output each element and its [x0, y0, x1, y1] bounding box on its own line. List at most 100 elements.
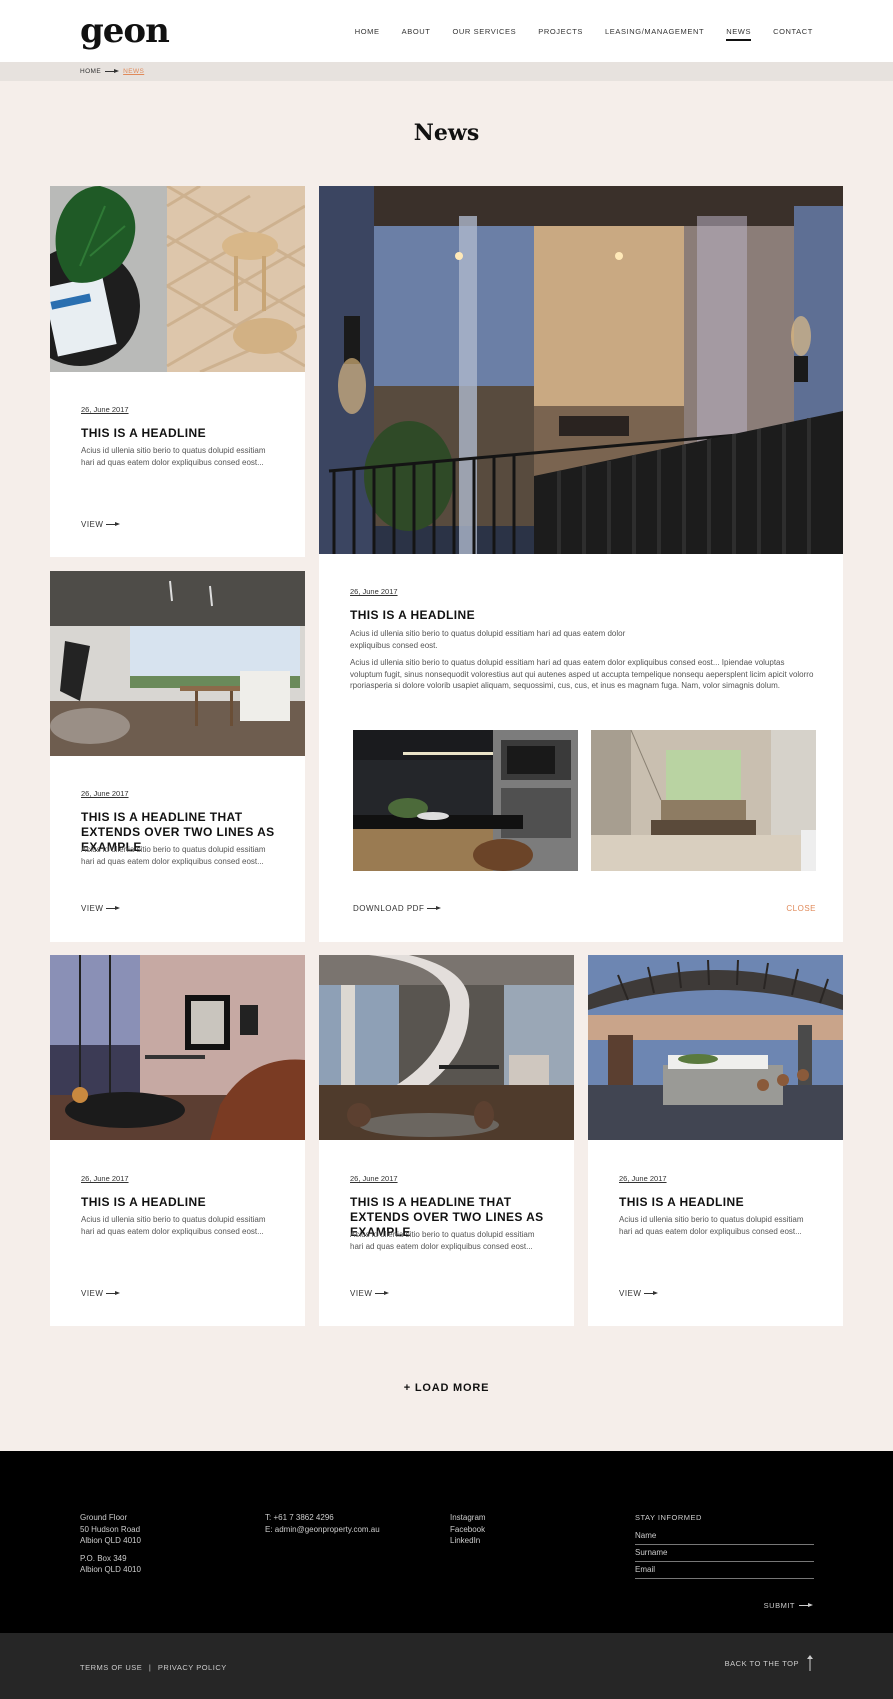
view-label: VIEW: [81, 904, 104, 913]
news-card-image[interactable]: [319, 955, 574, 1140]
submit-button[interactable]: SUBMIT: [764, 1601, 813, 1610]
view-label: VIEW: [81, 520, 104, 529]
main-nav: HOME ABOUT OUR SERVICES PROJECTS LEASING…: [355, 27, 813, 41]
newsletter-title: STAY INFORMED: [635, 1513, 702, 1522]
news-headline[interactable]: THIS IS A HEADLINE: [81, 1195, 281, 1210]
view-label: VIEW: [350, 1289, 373, 1298]
bathroom-photo: [591, 730, 816, 871]
rooftop-photo: [588, 955, 843, 1140]
footer-address: Ground Floor 50 Hudson Road Albion QLD 4…: [80, 1512, 141, 1582]
feature-lead: Acius id ullenia sitio berio to quatus d…: [350, 629, 626, 650]
nav-item-contact[interactable]: CONTACT: [773, 27, 813, 41]
news-headline[interactable]: THIS IS A HEADLINE: [81, 426, 281, 441]
download-label: DOWNLOAD PDF: [353, 904, 425, 913]
news-excerpt: Acius id ullenia sitio berio to quatus d…: [619, 1215, 804, 1236]
nav-item-projects[interactable]: PROJECTS: [538, 27, 583, 41]
news-date: 26, June 2017: [619, 1174, 667, 1183]
balcony-photo: [319, 186, 843, 554]
address-line: Ground Floor: [80, 1513, 128, 1522]
address-line: Albion QLD 4010: [80, 1536, 141, 1545]
interior-photo: [50, 571, 305, 756]
news-excerpt: Acius id ullenia sitio berio to quatus d…: [81, 446, 266, 467]
arrow-right-icon: [106, 906, 121, 911]
facebook-link[interactable]: Facebook: [450, 1525, 485, 1534]
instagram-link[interactable]: Instagram: [450, 1513, 486, 1522]
news-card-image[interactable]: [50, 955, 305, 1140]
footer-contact: T: +61 7 3862 4296 E: admin@geonproperty…: [265, 1512, 380, 1535]
email-field[interactable]: [635, 1561, 814, 1579]
featured-image[interactable]: [319, 186, 843, 554]
arrow-right-icon: [644, 1291, 659, 1296]
news-excerpt: Acius id ullenia sitio berio to quatus d…: [350, 1230, 535, 1251]
news-card-image[interactable]: [50, 571, 305, 756]
view-link[interactable]: VIEW: [81, 1289, 121, 1298]
feature-headline: THIS IS A HEADLINE: [350, 608, 475, 622]
featured-article: 26, June 2017 THIS IS A HEADLINE Acius i…: [319, 186, 843, 942]
news-date: 26, June 2017: [81, 789, 129, 798]
news-card-image[interactable]: [50, 186, 305, 372]
privacy-link[interactable]: PRIVACY POLICY: [158, 1663, 227, 1672]
breadcrumb: HOME NEWS: [80, 68, 144, 75]
feature-gallery-image[interactable]: [353, 730, 578, 871]
feature-body: Acius id ullenia sitio berio to quatus d…: [350, 658, 814, 690]
footer-bottom-bar: TERMS OF USE | PRIVACY POLICY BACK TO TH…: [0, 1633, 893, 1699]
arrow-up-icon: [807, 1655, 813, 1671]
staircase-photo: [319, 955, 574, 1140]
linkedin-link[interactable]: LinkedIn: [450, 1536, 480, 1545]
postal-line: Albion QLD 4010: [80, 1565, 141, 1574]
logo[interactable]: geon: [80, 14, 170, 48]
address-line: 50 Hudson Road: [80, 1524, 141, 1534]
load-more-button[interactable]: + LOAD MORE: [0, 1382, 893, 1394]
view-link[interactable]: VIEW: [81, 520, 121, 529]
news-card: 26, June 2017 THIS IS A HEADLINE Acius i…: [50, 186, 305, 557]
news-card-image[interactable]: [588, 955, 843, 1140]
view-link[interactable]: VIEW: [81, 904, 121, 913]
news-card: 26, June 2017 THIS IS A HEADLINE THAT EX…: [319, 955, 574, 1326]
breadcrumb-home[interactable]: HOME: [80, 68, 101, 75]
nav-item-about[interactable]: ABOUT: [402, 27, 431, 41]
view-label: VIEW: [81, 1289, 104, 1298]
page-title: News: [413, 120, 480, 146]
view-link[interactable]: VIEW: [619, 1289, 659, 1298]
submit-label: SUBMIT: [763, 1601, 795, 1610]
breadcrumb-bar: HOME NEWS: [0, 62, 893, 81]
site-footer: Ground Floor 50 Hudson Road Albion QLD 4…: [0, 1451, 893, 1633]
living-room-photo: [50, 955, 305, 1140]
footer-social: Instagram Facebook LinkedIn: [450, 1512, 486, 1547]
news-headline[interactable]: THIS IS A HEADLINE: [619, 1195, 819, 1210]
postal-line: P.O. Box 349: [80, 1553, 127, 1563]
news-date: 26, June 2017: [81, 405, 129, 414]
news-date: 26, June 2017: [81, 1174, 129, 1183]
nav-item-our-services[interactable]: OUR SERVICES: [452, 27, 516, 41]
terms-link[interactable]: TERMS OF USE: [80, 1663, 142, 1672]
newsletter-form: STAY INFORMED: [635, 1512, 814, 1579]
arrow-right-icon: [427, 906, 442, 911]
back-to-top-label: BACK TO THE TOP: [724, 1658, 799, 1668]
arrow-right-icon: [799, 1603, 813, 1608]
news-card: 26, June 2017 THIS IS A HEADLINE Acius i…: [50, 955, 305, 1326]
nav-item-leasing[interactable]: LEASING/MANAGEMENT: [605, 27, 704, 41]
surname-field[interactable]: [635, 1544, 814, 1562]
breadcrumb-current[interactable]: NEWS: [123, 68, 144, 75]
close-button[interactable]: CLOSE: [786, 904, 816, 913]
view-link[interactable]: VIEW: [350, 1289, 390, 1298]
view-label: VIEW: [619, 1289, 642, 1298]
nav-item-news[interactable]: NEWS: [726, 27, 752, 41]
footer-email[interactable]: E: admin@geonproperty.com.au: [265, 1525, 380, 1534]
site-header: geon HOME ABOUT OUR SERVICES PROJECTS LE…: [0, 0, 893, 62]
news-excerpt: Acius id ullenia sitio berio to quatus d…: [81, 845, 266, 866]
feature-date: 26, June 2017: [350, 587, 398, 596]
download-pdf-link[interactable]: DOWNLOAD PDF: [353, 904, 442, 913]
feature-gallery-image[interactable]: [591, 730, 816, 871]
news-card: 26, June 2017 THIS IS A HEADLINE Acius i…: [588, 955, 843, 1326]
arrow-right-icon: [106, 522, 121, 527]
separator: |: [148, 1663, 152, 1672]
news-excerpt: Acius id ullenia sitio berio to quatus d…: [81, 1215, 266, 1236]
nav-item-home[interactable]: HOME: [355, 27, 380, 41]
interior-photo: [50, 186, 305, 372]
footer-phone[interactable]: T: +61 7 3862 4296: [265, 1513, 334, 1522]
news-date: 26, June 2017: [350, 1174, 398, 1183]
back-to-top-button[interactable]: BACK TO THE TOP: [725, 1655, 813, 1671]
arrow-right-icon: [106, 1291, 121, 1296]
name-field[interactable]: [635, 1527, 814, 1545]
